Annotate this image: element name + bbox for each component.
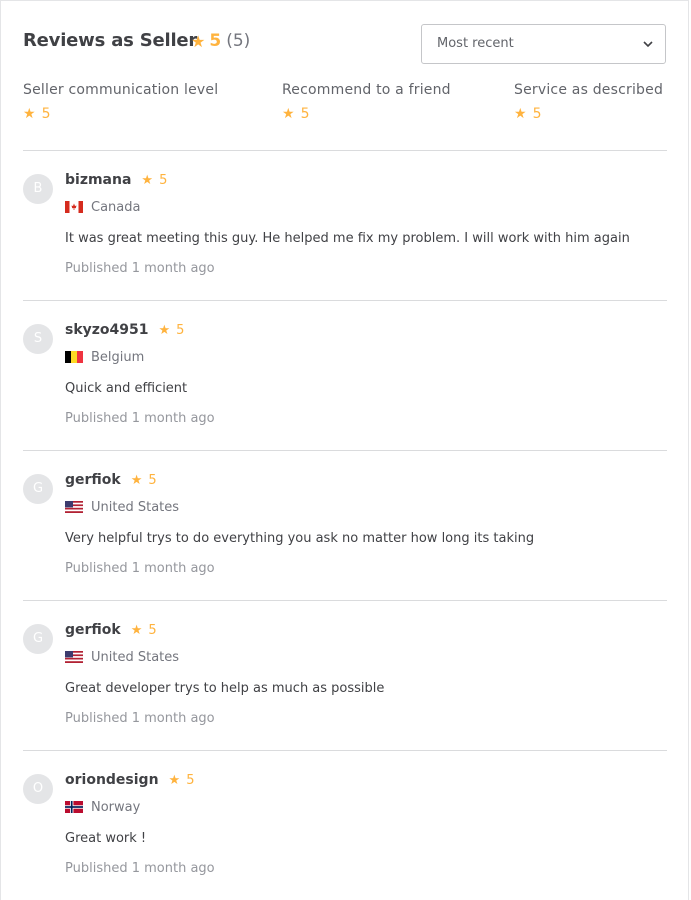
rating-breakdown: Seller communication level ★ 5 Recommend… bbox=[23, 82, 667, 132]
breakdown-label: Recommend to a friend bbox=[282, 82, 451, 98]
star-icon: ★ bbox=[141, 172, 154, 188]
reviewer-username[interactable]: gerfiok bbox=[65, 622, 121, 638]
norway-flag-icon bbox=[65, 801, 83, 813]
review-date: Published 1 month ago bbox=[65, 861, 215, 876]
star-icon: ★ bbox=[130, 472, 143, 488]
reviewer-username[interactable]: gerfiok bbox=[65, 472, 121, 488]
review-rating: 5 bbox=[148, 472, 157, 488]
review-header: gerfiok ★ 5 bbox=[65, 471, 667, 489]
canada-flag-icon bbox=[65, 201, 83, 213]
us-flag-icon bbox=[65, 501, 83, 513]
breakdown-score: 5 bbox=[532, 106, 542, 122]
avatar[interactable]: G bbox=[23, 474, 53, 504]
review-rating: 5 bbox=[148, 622, 157, 638]
star-icon: ★ bbox=[158, 322, 171, 338]
star-icon: ★ bbox=[23, 106, 36, 122]
country-name: United States bbox=[91, 649, 180, 665]
star-icon: ★ bbox=[168, 772, 181, 788]
avatar[interactable]: B bbox=[23, 174, 53, 204]
section-title: Reviews as Seller bbox=[23, 30, 198, 51]
review-rating: 5 bbox=[176, 322, 185, 338]
overall-rating: ★ 5 (5) bbox=[191, 31, 250, 51]
reviewer-country: Norway bbox=[65, 799, 667, 815]
breakdown-rating: ★ 5 bbox=[23, 106, 218, 122]
review-text: It was great meeting this guy. He helped… bbox=[65, 231, 630, 246]
breakdown-score: 5 bbox=[41, 106, 51, 122]
reviewer-country: United States bbox=[65, 649, 667, 665]
review-body: skyzo4951 ★ 5 Belgium Quick and efficien… bbox=[65, 321, 667, 426]
review-text: Great work ! bbox=[65, 831, 147, 846]
review-item: S skyzo4951 ★ 5 Belgium Quick and effici… bbox=[23, 300, 667, 450]
us-flag-icon bbox=[65, 651, 83, 663]
review-text: Great developer trys to help as much as … bbox=[65, 681, 385, 696]
reviewer-country: Canada bbox=[65, 199, 667, 215]
review-header: gerfiok ★ 5 bbox=[65, 621, 667, 639]
breakdown-rating: ★ 5 bbox=[514, 106, 663, 122]
belgium-flag-icon bbox=[65, 351, 83, 363]
review-date: Published 1 month ago bbox=[65, 711, 215, 726]
country-name: Belgium bbox=[91, 349, 145, 365]
review-header: skyzo4951 ★ 5 bbox=[65, 321, 667, 339]
country-name: United States bbox=[91, 499, 180, 515]
review-item: O oriondesign ★ 5 Norway Great work ! Pu… bbox=[23, 750, 667, 900]
avatar[interactable]: S bbox=[23, 324, 53, 354]
review-text: Very helpful trys to do everything you a… bbox=[65, 531, 535, 546]
review-item: G gerfiok ★ 5 United State bbox=[23, 600, 667, 750]
review-rating: 5 bbox=[159, 172, 168, 188]
reviewer-country: United States bbox=[65, 499, 667, 515]
breakdown-label: Service as described bbox=[514, 82, 664, 98]
breakdown-label: Seller communication level bbox=[23, 82, 219, 98]
review-body: oriondesign ★ 5 Norway Great work ! Publ bbox=[65, 771, 667, 876]
review-item: G gerfiok ★ 5 United State bbox=[23, 450, 667, 600]
star-icon: ★ bbox=[191, 31, 206, 51]
review-rating: 5 bbox=[186, 772, 195, 788]
review-date: Published 1 month ago bbox=[65, 261, 215, 276]
breakdown-score: 5 bbox=[300, 106, 310, 122]
reviewer-username[interactable]: bizmana bbox=[65, 172, 131, 188]
review-count: (5) bbox=[226, 31, 251, 51]
star-icon: ★ bbox=[514, 106, 527, 122]
sort-dropdown[interactable]: Most recent bbox=[421, 24, 666, 64]
avatar[interactable]: G bbox=[23, 624, 53, 654]
overall-score: 5 bbox=[209, 31, 222, 51]
reviews-header: Reviews as Seller ★ 5 (5) Most recent bbox=[23, 24, 667, 64]
breakdown-communication: Seller communication level ★ 5 bbox=[23, 82, 218, 122]
review-date: Published 1 month ago bbox=[65, 411, 215, 426]
review-body: gerfiok ★ 5 United States Very helpful t… bbox=[65, 471, 667, 576]
review-list: B bizmana ★ 5 Canada It was great meetin… bbox=[23, 150, 667, 900]
review-text: Quick and efficient bbox=[65, 381, 188, 396]
review-item: B bizmana ★ 5 Canada It was great meetin… bbox=[23, 150, 667, 300]
breakdown-rating: ★ 5 bbox=[282, 106, 451, 122]
reviewer-username[interactable]: skyzo4951 bbox=[65, 322, 149, 338]
reviewer-country: Belgium bbox=[65, 349, 667, 365]
avatar[interactable]: O bbox=[23, 774, 53, 804]
country-name: Canada bbox=[91, 199, 141, 215]
review-header: oriondesign ★ 5 bbox=[65, 771, 667, 789]
reviewer-username[interactable]: oriondesign bbox=[65, 772, 159, 788]
breakdown-recommend: Recommend to a friend ★ 5 bbox=[282, 82, 451, 122]
review-body: gerfiok ★ 5 United States Great develope… bbox=[65, 621, 667, 726]
country-name: Norway bbox=[91, 799, 141, 815]
chevron-down-icon bbox=[643, 41, 653, 48]
review-date: Published 1 month ago bbox=[65, 561, 215, 576]
sort-selected-value: Most recent bbox=[437, 36, 514, 51]
star-icon: ★ bbox=[130, 622, 143, 638]
review-header: bizmana ★ 5 bbox=[65, 171, 667, 189]
review-body: bizmana ★ 5 Canada It was great meeting … bbox=[65, 171, 667, 276]
breakdown-service: Service as described ★ 5 bbox=[514, 82, 663, 122]
star-icon: ★ bbox=[282, 106, 295, 122]
